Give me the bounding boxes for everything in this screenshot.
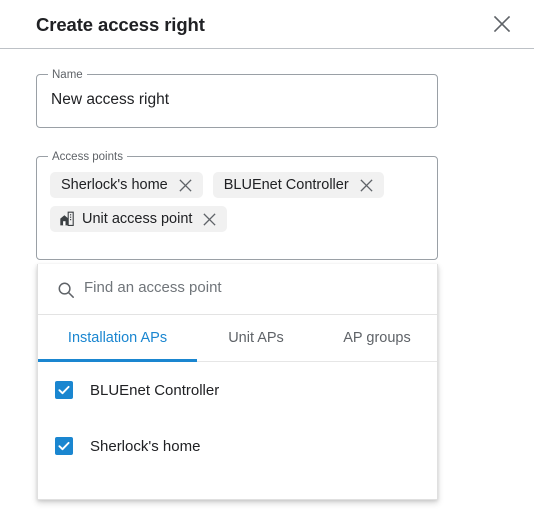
name-field[interactable]: Name New access right: [36, 68, 438, 128]
search-input[interactable]: [84, 279, 414, 296]
name-field-value: New access right: [51, 91, 170, 108]
access-point-chip[interactable]: Unit access point: [50, 206, 228, 232]
chip-label: BLUEnet Controller: [223, 177, 349, 193]
chip-label: Sherlock's home: [61, 177, 168, 193]
close-icon: [492, 14, 512, 34]
dialog-header: Create access right: [0, 0, 534, 49]
access-point-chip[interactable]: BLUEnet Controller: [212, 172, 384, 198]
list-item-label: Sherlock's home: [90, 437, 201, 455]
tab-label: Unit APs: [228, 330, 284, 346]
home-work-icon: [59, 211, 75, 227]
list-item[interactable]: Sherlock's home: [38, 435, 437, 457]
tab-installation-aps[interactable]: Installation APs: [38, 315, 197, 362]
name-field-legend: Name: [48, 68, 87, 82]
chip-remove-icon[interactable]: [201, 211, 218, 228]
checkbox-checked-icon[interactable]: [55, 381, 73, 399]
access-points-field-legend: Access points: [48, 150, 127, 164]
chip-remove-icon[interactable]: [358, 177, 375, 194]
search-icon: [57, 281, 75, 299]
list-item-label: BLUEnet Controller: [90, 381, 220, 399]
tab-label: Installation APs: [67, 330, 168, 346]
tab-unit-aps[interactable]: Unit APs: [197, 315, 315, 362]
close-button[interactable]: [490, 12, 514, 36]
access-points-chip-list: Sherlock's home BLUEnet Controller Unit …: [50, 172, 427, 232]
list-item[interactable]: BLUEnet Controller: [38, 379, 437, 401]
checkbox-checked-icon[interactable]: [55, 437, 73, 455]
chip-label: Unit access point: [82, 211, 193, 227]
tab-ap-groups[interactable]: AP groups: [315, 315, 439, 362]
tab-label: AP groups: [343, 330, 411, 346]
access-points-field[interactable]: Access points Sherlock's home BLUEnet Co…: [36, 150, 438, 260]
page-title: Create access right: [36, 14, 205, 35]
picker-tabs: Installation APs Unit APs AP groups: [38, 315, 437, 362]
search-row[interactable]: [38, 264, 437, 315]
chip-remove-icon[interactable]: [177, 177, 194, 194]
access-point-chip[interactable]: Sherlock's home: [50, 172, 203, 198]
access-point-option-list: BLUEnet Controller Sherlock's home: [38, 362, 437, 457]
access-point-picker-panel: Installation APs Unit APs AP groups BLUE…: [37, 264, 438, 500]
